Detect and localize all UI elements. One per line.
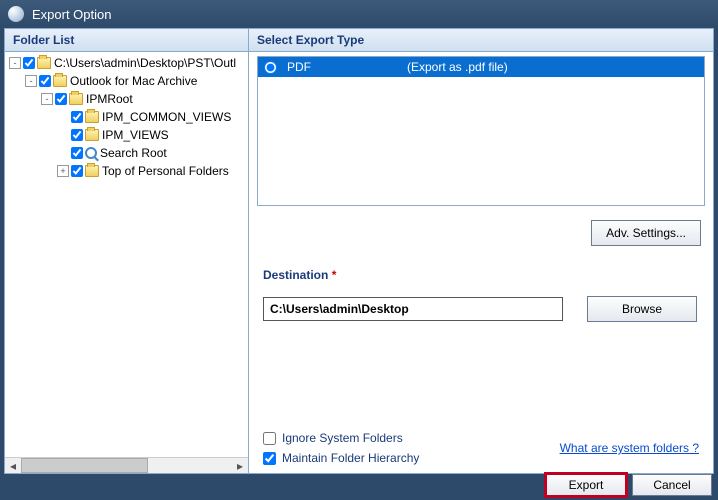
tree-label: Search Root xyxy=(100,146,167,160)
scroll-track[interactable] xyxy=(21,458,232,473)
expand-icon[interactable]: + xyxy=(57,165,69,177)
tree-checkbox[interactable] xyxy=(23,57,35,69)
tree-checkbox[interactable] xyxy=(55,93,67,105)
footer: Export Cancel xyxy=(0,474,718,496)
tree-node[interactable]: - C:\Users\admin\Desktop\PST\Outl xyxy=(5,54,248,72)
folder-icon xyxy=(69,93,83,105)
export-panel: Select Export Type PDF(Export as .pdf fi… xyxy=(249,29,713,473)
app-icon xyxy=(8,6,24,22)
scroll-thumb[interactable] xyxy=(21,458,148,473)
cancel-button[interactable]: Cancel xyxy=(632,474,712,496)
content: Folder List - C:\Users\admin\Desktop\PST\… xyxy=(4,28,714,474)
export-type-list: PDF(Export as .pdf file) xyxy=(257,56,705,206)
search-icon xyxy=(85,147,97,159)
destination-input[interactable] xyxy=(263,297,563,321)
export-type-radio[interactable] xyxy=(264,61,277,74)
folder-icon xyxy=(53,75,67,87)
options-row: Ignore System Folders Maintain Folder Hi… xyxy=(249,423,713,473)
adv-settings-row: Adv. Settings... xyxy=(249,214,713,260)
tree-checkbox[interactable] xyxy=(39,75,51,87)
tree-label: Outlook for Mac Archive xyxy=(70,74,197,88)
tree-label: IPMRoot xyxy=(86,92,133,106)
tree-checkbox[interactable] xyxy=(71,165,83,177)
titlebar: Export Option xyxy=(0,0,718,28)
collapse-icon[interactable]: - xyxy=(9,57,21,69)
collapse-icon[interactable]: - xyxy=(25,75,37,87)
window-title: Export Option xyxy=(32,7,112,22)
tree-checkbox[interactable] xyxy=(71,147,83,159)
folder-icon xyxy=(85,129,99,141)
ignore-system-folders-checkbox[interactable]: Ignore System Folders xyxy=(263,431,419,445)
export-type-desc: (Export as .pdf file) xyxy=(407,60,508,74)
tree-node[interactable]: IPM_VIEWS xyxy=(5,126,248,144)
folder-icon xyxy=(85,111,99,123)
export-type-row[interactable]: PDF(Export as .pdf file) xyxy=(258,57,704,77)
expander-spacer xyxy=(57,129,69,141)
scroll-left-icon[interactable]: ◂ xyxy=(5,458,21,473)
tree-checkbox[interactable] xyxy=(71,129,83,141)
expander-spacer xyxy=(57,147,69,159)
adv-settings-button[interactable]: Adv. Settings... xyxy=(591,220,701,246)
folder-tree[interactable]: - C:\Users\admin\Desktop\PST\Outl - Outlook… xyxy=(5,52,248,457)
tree-node[interactable]: + Top of Personal Folders xyxy=(5,162,248,180)
folder-list-header: Folder List xyxy=(5,29,248,52)
tree-checkbox[interactable] xyxy=(71,111,83,123)
tree-node[interactable]: - IPMRoot xyxy=(5,90,248,108)
scroll-right-icon[interactable]: ▸ xyxy=(232,458,248,473)
tree-node[interactable]: - Outlook for Mac Archive xyxy=(5,72,248,90)
maintain-hierarchy-checkbox[interactable]: Maintain Folder Hierarchy xyxy=(263,451,419,465)
required-indicator: * xyxy=(332,268,337,282)
tree-label: Top of Personal Folders xyxy=(102,164,229,178)
tree-node[interactable]: IPM_COMMON_VIEWS xyxy=(5,108,248,126)
tree-node[interactable]: Search Root xyxy=(5,144,248,162)
export-button[interactable]: Export xyxy=(546,474,626,496)
tree-label: IPM_VIEWS xyxy=(102,128,169,142)
folder-list-panel: Folder List - C:\Users\admin\Desktop\PST\… xyxy=(5,29,249,473)
system-folders-link[interactable]: What are system folders ? xyxy=(560,441,699,455)
tree-label: C:\Users\admin\Desktop\PST\Outl xyxy=(54,56,236,70)
export-type-header: Select Export Type xyxy=(249,29,713,52)
tree-label: IPM_COMMON_VIEWS xyxy=(102,110,231,124)
collapse-icon[interactable]: - xyxy=(41,93,53,105)
horizontal-scrollbar[interactable]: ◂ ▸ xyxy=(5,457,248,473)
expander-spacer xyxy=(57,111,69,123)
browse-button[interactable]: Browse xyxy=(587,296,697,322)
export-type-name: PDF xyxy=(287,60,407,74)
folder-icon xyxy=(85,165,99,177)
destination-label: Destination * xyxy=(263,268,336,282)
destination-section: Destination * Browse xyxy=(249,260,713,322)
folder-icon xyxy=(37,57,51,69)
